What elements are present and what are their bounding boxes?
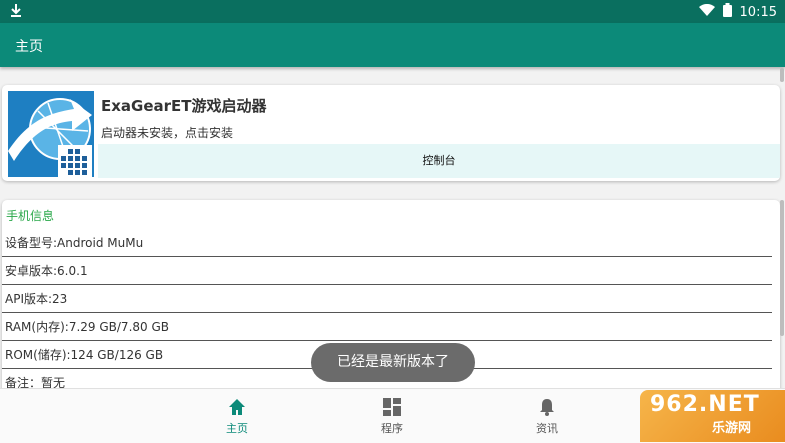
nav-news[interactable]: 资讯 bbox=[517, 397, 577, 436]
info-row-ram: RAM(内存):7.29 GB/7.80 GB bbox=[2, 313, 772, 341]
home-icon bbox=[227, 397, 247, 417]
exagear-logo bbox=[8, 91, 94, 177]
nav-news-label: 资讯 bbox=[536, 422, 558, 435]
wifi-icon bbox=[698, 3, 715, 21]
nav-programs[interactable]: 程序 bbox=[362, 397, 422, 436]
battery-icon bbox=[722, 3, 732, 21]
nav-programs-label: 程序 bbox=[381, 422, 403, 435]
watermark-big: 962.NET bbox=[650, 392, 760, 417]
app-name: ExaGearET游戏启动器 bbox=[101, 97, 267, 115]
nav-home-label: 主页 bbox=[226, 422, 248, 435]
device-info-heading: 手机信息 bbox=[6, 209, 55, 223]
info-row-android: 安卓版本:6.0.1 bbox=[2, 257, 772, 285]
console-button[interactable]: 控制台 bbox=[98, 144, 780, 178]
launcher-card[interactable]: ExaGearET游戏启动器 启动器未安装，点击安装 控制台 bbox=[2, 85, 780, 181]
scrollbar[interactable] bbox=[780, 68, 784, 82]
page-title: 主页 bbox=[15, 39, 43, 55]
install-status[interactable]: 启动器未安装，点击安装 bbox=[101, 124, 233, 141]
app-bar: 主页 bbox=[0, 23, 785, 67]
watermark-small: 乐游网 bbox=[712, 421, 752, 436]
info-row-model: 设备型号:Android MuMu bbox=[2, 229, 772, 257]
status-bar: 10:15 bbox=[0, 0, 785, 23]
grid-icon bbox=[382, 397, 402, 417]
download-icon bbox=[10, 3, 22, 21]
clock-text: 10:15 bbox=[739, 4, 777, 20]
toast-message: 已经是最新版本了 bbox=[311, 343, 475, 382]
info-row-api: API版本:23 bbox=[2, 285, 772, 313]
watermark-logo: 962.NET 乐游网 bbox=[640, 390, 785, 442]
nav-home[interactable]: 主页 bbox=[207, 397, 267, 436]
scrollbar[interactable] bbox=[780, 200, 784, 336]
bell-icon bbox=[537, 397, 557, 417]
